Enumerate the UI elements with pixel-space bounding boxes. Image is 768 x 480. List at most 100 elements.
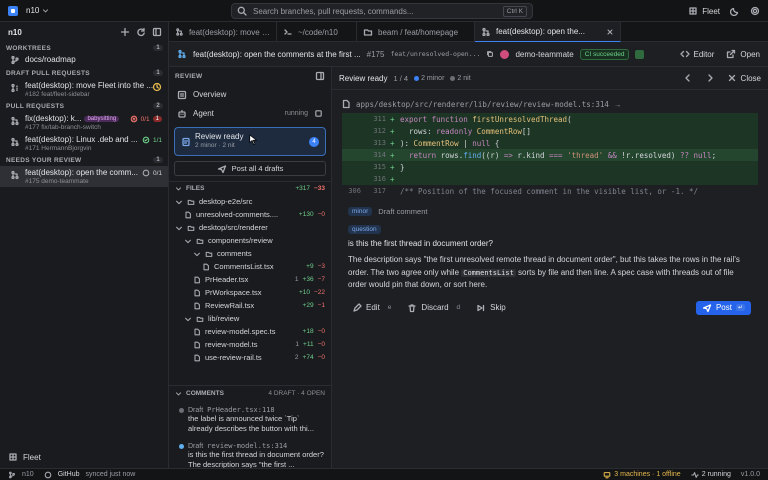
- copy-icon[interactable]: [486, 50, 494, 58]
- file-path[interactable]: apps/desktop/src/renderer/lib/review/rev…: [332, 95, 768, 113]
- file-icon: [342, 99, 350, 109]
- pr-item[interactable]: fix(desktop): k... babysitting #177 fix/t…: [0, 112, 168, 133]
- code-snippet: 311 + export function firstUnresolvedThrea…: [342, 113, 758, 197]
- deletions: −0: [317, 211, 325, 218]
- comment-item[interactable]: Draft PrHeader.tsx:118 the label is annou…: [169, 406, 331, 434]
- arrow-right-icon: →: [613, 99, 622, 109]
- review-panel: REVIEW Overview Agent running Review rea…: [169, 67, 332, 468]
- additions: +9: [306, 263, 314, 270]
- settings-icon[interactable]: [750, 6, 760, 16]
- comment-body: is this the first thread in document ord…: [188, 450, 324, 468]
- review-pr-item[interactable]: feat(desktop): open the comm... #175 dem…: [0, 166, 168, 187]
- post-button[interactable]: Post ↵: [695, 300, 751, 315]
- trash-icon: [408, 303, 417, 312]
- post-all-drafts-button[interactable]: Post all 4 drafts: [174, 161, 326, 176]
- tab-move-fleet[interactable]: feat(desktop): move Fle...: [169, 22, 277, 42]
- tree-folder[interactable]: components/review: [169, 234, 331, 247]
- tab-beam-homepage[interactable]: beam / feat/homepage: [357, 22, 475, 42]
- comment-count: 1: [295, 341, 300, 348]
- open-button[interactable]: Open: [726, 49, 760, 59]
- status-sync: synced just now: [85, 471, 136, 478]
- tree-file[interactable]: unresolved-comments.... +130 −0: [169, 208, 331, 221]
- diff-stats: +130 −0: [299, 211, 331, 218]
- section-label: DRAFT PULL REQUESTS: [6, 69, 90, 77]
- fleet-footer-button[interactable]: Fleet: [0, 446, 168, 468]
- stop-icon[interactable]: [314, 109, 323, 118]
- tree-file[interactable]: PrHeader.tsx 1 +36 −7: [169, 273, 331, 286]
- code-text: export function firstUnresolvedThread(: [400, 114, 572, 124]
- overview-item[interactable]: Overview: [169, 85, 331, 104]
- review-detail: Review ready 1 / 4 2 minor 2 nit Close a…: [332, 67, 768, 468]
- refresh-icon[interactable]: [136, 27, 146, 37]
- pr-number[interactable]: #175: [367, 50, 385, 59]
- agent-item[interactable]: Agent running: [169, 104, 331, 123]
- review-title: REVIEW: [175, 72, 203, 80]
- tree-folder[interactable]: lib/review: [169, 312, 331, 325]
- section-prs[interactable]: PULL REQUESTS 2: [0, 100, 168, 112]
- section-worktrees[interactable]: WORKTREES 1: [0, 42, 168, 54]
- pr-meta: #175 demo-teammate: [25, 178, 89, 185]
- tab-code-n10[interactable]: ~/code/n10: [277, 22, 357, 42]
- comment-file: review-model.ts:314: [207, 442, 288, 450]
- tree-file[interactable]: use-review-rail.ts 2 +74 −0: [169, 351, 331, 364]
- new-line-number: 315: [373, 163, 386, 171]
- post-label: Post: [715, 303, 732, 312]
- comment-question: is this the first thread in document ord…: [348, 239, 493, 248]
- draft-pr-item[interactable]: feat(desktop): move Fleet into the ... #…: [0, 79, 168, 100]
- collapse-sidebar-icon[interactable]: [152, 27, 162, 37]
- chevron-right-icon[interactable]: [705, 73, 715, 83]
- review-ready-card[interactable]: Review ready 2 minor · 2 nit 4: [174, 127, 326, 156]
- section-needs-review[interactable]: NEEDS YOUR REVIEW 1: [0, 154, 168, 166]
- code-line: 313 +): CommentRow | null {: [342, 137, 758, 149]
- file-icon: [203, 263, 209, 270]
- tree-folder[interactable]: comments: [169, 247, 331, 260]
- tree-file[interactable]: review-model.ts 1 +11 −0: [169, 338, 331, 351]
- sidebar: n10 WORKTREES 1 docs/roadmap DRAFT PULL …: [0, 22, 169, 468]
- account-button[interactable]: Fleet: [688, 6, 720, 16]
- diff-marker: +: [390, 150, 395, 160]
- files-section-header[interactable]: FILES +317 −33: [169, 181, 331, 195]
- search-box[interactable]: Search branches, pull requests, commands…: [231, 3, 533, 19]
- skip-icon: [477, 304, 485, 311]
- tab-open-comments[interactable]: feat(desktop): open the...: [475, 22, 621, 42]
- worktree-item[interactable]: docs/roadmap: [0, 54, 168, 67]
- tree-file[interactable]: CommentsList.tsx +9 −3: [169, 260, 331, 273]
- tree-folder[interactable]: desktop-e2e/src: [169, 195, 331, 208]
- comment-item[interactable]: Draft review-model.ts:314 is this the fir…: [169, 442, 331, 468]
- editor-button[interactable]: Editor: [679, 49, 714, 59]
- chevron-down-icon: [43, 9, 49, 13]
- machines-status[interactable]: 3 machines · 1 offline: [603, 471, 681, 479]
- chevron-down-icon: [185, 239, 191, 243]
- files-additions: +317: [295, 185, 310, 192]
- tree-item-label: review-model.ts: [205, 340, 258, 349]
- edit-button[interactable]: Edit e: [352, 302, 391, 313]
- close-tab-icon[interactable]: [606, 28, 614, 36]
- chevron-left-icon[interactable]: [683, 73, 693, 83]
- skip-button[interactable]: Skip: [476, 303, 506, 313]
- worktree-label: docs/roadmap: [25, 55, 76, 64]
- chevron-down-icon: [175, 187, 182, 191]
- discard-button[interactable]: Discard d: [407, 303, 460, 313]
- theme-toggle-icon[interactable]: [730, 6, 740, 16]
- tree-folder[interactable]: desktop/src/renderer: [169, 221, 331, 234]
- running-status[interactable]: 2 running: [690, 471, 731, 479]
- pr-title: feat(desktop): open the comments at the …: [193, 49, 361, 59]
- agent-icon: [178, 109, 186, 118]
- pr-author[interactable]: demo-teammate: [515, 50, 573, 59]
- status-branch[interactable]: n10: [22, 471, 34, 478]
- folder-icon: [196, 316, 204, 322]
- add-icon[interactable]: [120, 27, 130, 37]
- panel-toggle-icon[interactable]: [315, 71, 325, 81]
- comments-section-header[interactable]: COMMENTS 4 DRAFT · 4 OPEN: [169, 385, 331, 401]
- chevron-down-icon: [176, 226, 182, 230]
- ci-passed-icon: [142, 136, 150, 144]
- tree-file[interactable]: PrWorkspace.tsx +10 −22: [169, 286, 331, 299]
- close-button[interactable]: Close: [727, 73, 761, 83]
- pr-item[interactable]: feat(desktop): Linux .deb and ... #171 H…: [0, 133, 168, 154]
- tree-file[interactable]: ReviewRail.tsx +29 −1: [169, 299, 331, 312]
- repo-switcher[interactable]: n10: [26, 6, 49, 15]
- folder-icon: [205, 251, 213, 257]
- tree-file[interactable]: review-model.spec.ts +18 −0: [169, 325, 331, 338]
- section-draft-prs[interactable]: DRAFT PULL REQUESTS 1: [0, 67, 168, 79]
- ci-status-badge[interactable]: CI succeeded: [579, 48, 630, 60]
